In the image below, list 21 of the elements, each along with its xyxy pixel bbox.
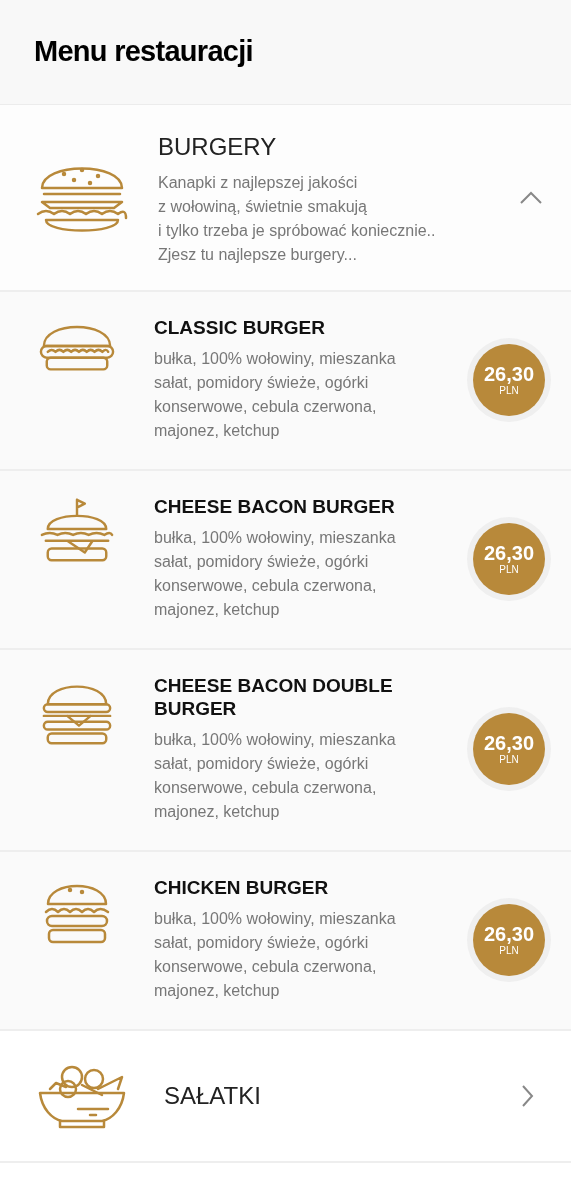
item-ingredients: bułka, 100% wołowiny, mieszanka sałat, pomidory świeże, ogórki konserwowe, cebula czerwona, majonez, ketchup — [154, 349, 397, 441]
chevron-up-icon — [519, 190, 543, 205]
item-title: CHEESE BACON DOUBLE BURGER — [154, 674, 394, 720]
price-amount: 26,30 — [483, 541, 535, 564]
price-amount: 26,30 — [483, 732, 535, 754]
category-title: SAŁATKI — [164, 1081, 262, 1111]
item-ingredients: bułka, 100% wołowiny, mieszanka sałat, pomidory świeże, ogórki konserwowe, cebula czerwona, majonez, ketchup — [154, 528, 397, 620]
price-currency: PLN — [499, 384, 519, 397]
category-title: BURGERY — [158, 131, 278, 162]
price-amount: 26,30 — [483, 362, 535, 385]
category-description: Kanapki z najlepszej jakości z wołowiną, świetnie smakują i tylko trzeba je spróbować koniecznie.. Zjesz tu najlepsze burgery... — [158, 172, 437, 265]
item-title: CHEESE BACON BURGER — [154, 495, 396, 518]
price-currency: PLN — [499, 754, 519, 766]
price-currency: PLN — [499, 563, 519, 576]
price-amount: 26,30 — [483, 922, 535, 945]
item-ingredients: bułka, 100% wołowiny, mieszanka sałat, pomidory świeże, ogórki konserwowe, cebula czerwona, majonez, ketchup — [154, 909, 397, 1001]
price-currency: PLN — [499, 944, 519, 957]
page-title: Menu restauracji — [34, 34, 253, 70]
item-ingredients: bułka, 100% wołowiny, mieszanka sałat, pomidory świeże, ogórki konserwowe, cebula czerwona, majonez, ketchup — [154, 730, 397, 822]
item-title: CLASSIC BURGER — [154, 316, 326, 339]
item-title: CHICKEN BURGER — [154, 876, 330, 899]
